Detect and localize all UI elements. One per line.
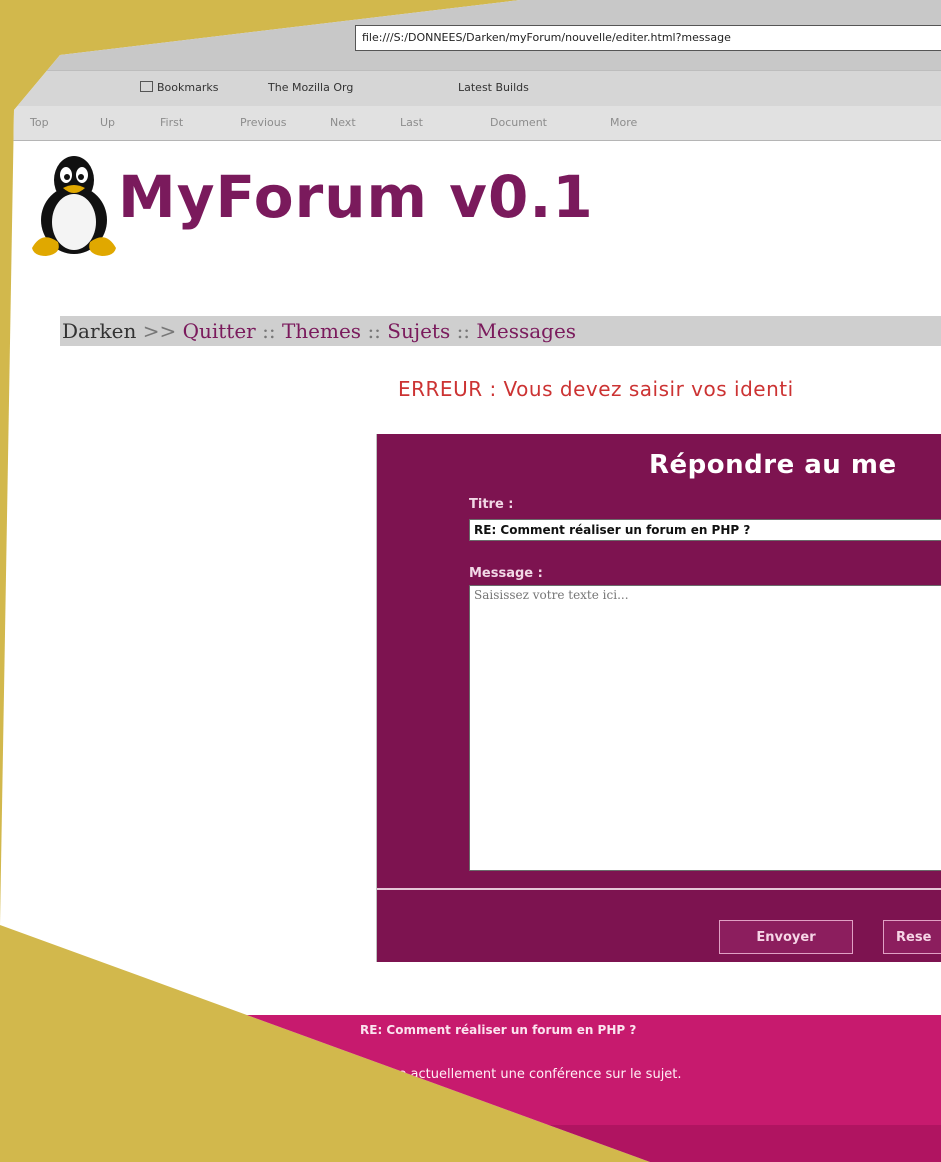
address-bar[interactable] xyxy=(355,25,941,51)
send-button[interactable]: Envoyer xyxy=(719,920,853,954)
browser-toolbar xyxy=(0,0,941,70)
bookmark-latest-builds[interactable]: Latest Builds xyxy=(458,81,529,94)
nav-first[interactable]: First xyxy=(160,116,183,129)
nav-up[interactable]: Up xyxy=(100,116,115,129)
bookmarks-menu[interactable]: Bookmarks xyxy=(140,81,218,94)
message-label: Message : xyxy=(469,566,543,581)
breadcrumb-separator: :: xyxy=(367,319,381,343)
form-divider xyxy=(377,888,941,890)
nav-next[interactable]: Next xyxy=(330,116,356,129)
tux-penguin-logo xyxy=(32,156,116,256)
reply-form: Répondre au me Titre : Message : Envoyer… xyxy=(376,434,941,962)
error-message: ERREUR : Vous devez saisir vos identi xyxy=(398,377,794,401)
personal-toolbar: Bookmarks The Mozilla Org Latest Builds xyxy=(0,70,941,107)
breadcrumb-arrow: >> xyxy=(142,319,177,343)
breadcrumb-sujets[interactable]: Sujets xyxy=(387,319,450,343)
title-label: Titre : xyxy=(469,497,514,512)
post-body: le donne actuellement une conférence sur… xyxy=(0,1045,941,1125)
nav-top[interactable]: Top xyxy=(30,116,49,129)
bookmark-label: Latest Builds xyxy=(458,81,529,94)
bookmark-label: Bookmarks xyxy=(157,81,219,94)
post-title: m en PHP ? xyxy=(500,1136,577,1150)
bookmark-label: The Mozilla Org xyxy=(268,81,354,94)
nav-more[interactable]: More xyxy=(610,116,637,129)
breadcrumb-separator: :: xyxy=(262,319,276,343)
breadcrumb-messages[interactable]: Messages xyxy=(476,319,576,343)
nav-document[interactable]: Document xyxy=(490,116,547,129)
post-title: RE: Comment réaliser un forum en PHP ? xyxy=(360,1023,637,1037)
post-header: m en PHP ? xyxy=(0,1125,941,1162)
breadcrumb-separator: :: xyxy=(456,319,471,343)
site-navigation-bar: Top Up First Previous Next Last Document… xyxy=(0,106,941,141)
post-header: RE: Comment réaliser un forum en PHP ? xyxy=(0,1015,941,1045)
folder-icon xyxy=(140,81,153,92)
nav-previous[interactable]: Previous xyxy=(240,116,287,129)
site-title: MyForum v0.1 xyxy=(118,163,594,231)
browser-screenshot: Bookmarks The Mozilla Org Latest Builds … xyxy=(0,0,941,1162)
message-textarea[interactable] xyxy=(469,585,941,871)
breadcrumb: Darken >> Quitter :: Themes :: Sujets ::… xyxy=(60,316,941,346)
breadcrumb-quitter[interactable]: Quitter xyxy=(183,319,256,343)
nav-last[interactable]: Last xyxy=(400,116,423,129)
bookmark-mozilla-org[interactable]: The Mozilla Org xyxy=(268,81,353,94)
reset-button[interactable]: Rese xyxy=(883,920,941,954)
breadcrumb-user: Darken xyxy=(62,319,137,343)
reply-form-heading: Répondre au me xyxy=(649,450,897,480)
breadcrumb-themes[interactable]: Themes xyxy=(282,319,361,343)
title-input[interactable] xyxy=(469,519,941,541)
post-text: le donne actuellement une conférence sur… xyxy=(350,1067,682,1082)
